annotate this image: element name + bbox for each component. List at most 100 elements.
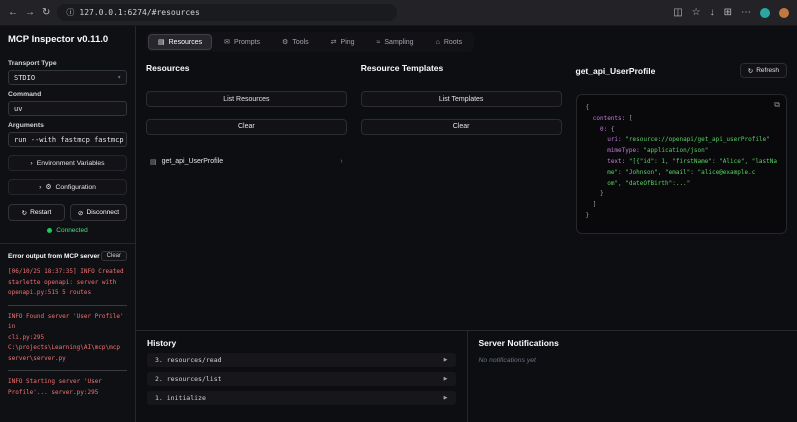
expand-icon: ▶ [443,395,448,401]
error-output-title: Error output from MCP server [8,252,100,260]
restart-button[interactable]: ↻ Restart [8,204,65,221]
tab-label: Sampling [384,38,414,46]
address-bar[interactable]: ⓘ 127.0.0.1:6274/#resources [57,4,398,21]
tab-resources[interactable]: ▤ Resources [148,34,213,50]
log-line: server\server.py [8,354,66,362]
tab-roots[interactable]: ⌂ Roots [426,34,473,50]
prompts-tab-icon: ✉ [224,39,230,46]
tab-prompts[interactable]: ✉ Prompts [214,34,270,50]
log-separator [8,370,127,371]
browser-action-icon[interactable]: ◫ [673,7,682,18]
log-line: C:\projects\Learning\AI\mcp\mcp [8,344,120,351]
log-block: INFO Starting server 'User Profile'... se… [8,377,127,398]
main-content: ▤ Resources ✉ Prompts ⚙ Tools ⇄ Ping ≈ Sampling ⌂ R… [136,26,797,422]
connection-status: Connected [8,227,127,234]
site-info-icon[interactable]: ⓘ [66,7,74,18]
clear-resources-button[interactable]: Clear [146,118,347,135]
code-token: : { [603,125,615,133]
sidebar: MCP Inspector v0.11.0 Transport Type STD… [0,26,136,422]
resource-name: get_api_UserProfile [161,158,224,165]
tab-sampling[interactable]: ≈ Sampling [367,34,424,50]
history-item-label: 2. resources/list [155,375,222,383]
expand-icon: ▶ [443,376,448,382]
tab-label: Tools [292,38,309,46]
clear-error-button[interactable]: Clear [100,251,127,261]
reload-icon[interactable]: ↻ [42,7,50,18]
code-line: text: "[{"id": 1, "firstName": "Alice", … [586,157,777,168]
code-line: uri: "resource://openapi/get_api_userPro… [586,135,777,146]
browser-action-icon[interactable]: ⊞ [724,7,732,18]
disconnect-icon: ⊘ [77,209,84,217]
log-line: openapi.py:515 5 routes [8,289,92,296]
log-line: starlette openapi: server with [8,278,117,286]
configuration-toggle[interactable]: › ⚙ Configuration [8,179,127,195]
chevron-right-icon: › [30,159,33,167]
log-separator [8,304,127,306]
forward-icon[interactable]: → [25,7,35,18]
environment-variables-toggle[interactable]: › Environment Variables [8,155,127,171]
copy-icon[interactable]: ⧉ [774,100,780,110]
disconnect-button[interactable]: ⊘ Disconnect [70,204,127,221]
transport-type-select[interactable]: STDIO ▾ [8,70,127,85]
log-block: INFO Found server 'User Profile' in cli.p… [8,312,127,365]
browser-action-icons: ◫ ☆ ↓ ⊞ ⋯ [673,7,789,18]
history-item[interactable]: 1. initialize ▶ [147,391,456,405]
resources-tab-icon: ▤ [158,39,165,46]
tab-tools[interactable]: ⚙ Tools [272,34,319,50]
code-line: ] [586,200,777,211]
error-log-area[interactable]: [06/10/25 18:37:35] INFO Created starlett… [8,267,127,416]
code-line: me": "Johnson", "email": "alice@example.… [586,168,777,179]
history-item[interactable]: 2. resources/list ▶ [147,372,456,386]
chevron-right-icon: › [340,158,343,165]
command-input[interactable]: uv [8,101,127,116]
history-title: History [147,338,177,348]
profile-avatar[interactable] [779,7,789,18]
browser-action-icon[interactable]: ☆ [692,7,701,18]
log-line: INFO Found server 'User Profile' in [8,312,127,331]
back-icon[interactable]: ← [8,7,18,18]
list-resources-button[interactable]: List Resources [146,91,347,107]
refresh-button[interactable]: ↻ Refresh [739,63,787,78]
code-line: om", "dateOfBirth":..." [586,179,777,190]
file-icon: ▤ [150,158,157,166]
expand-icon: ▶ [443,357,448,363]
log-line: INFO Starting server 'User [8,378,102,385]
resource-content-code-block: ⧉ { contents: [ 0: { uri: "resource://op… [575,94,787,234]
code-token: "application/json" [643,147,709,155]
resource-detail-panel: get_api_UserProfile ↻ Refresh ⧉ { conten… [575,63,787,322]
tab-bar: ▤ Resources ✉ Prompts ⚙ Tools ⇄ Ping ≈ Sampling ⌂ R… [146,32,475,52]
resource-list-item[interactable]: ▤ get_api_UserProfile › [146,155,347,169]
history-item[interactable]: 3. resources/read ▶ [147,353,456,367]
tab-label: Prompts [233,38,261,46]
refresh-icon: ↻ [747,67,754,75]
clear-templates-button[interactable]: Clear [360,118,562,135]
arguments-input[interactable]: run --with fastmcp fastmcp run som [8,132,127,147]
status-dot-icon [47,228,53,233]
code-token: om", "dateOfBirth":..." [607,179,691,187]
browser-action-icon[interactable]: ↓ [710,7,715,18]
code-token: "[{"id": 1, "firstName": "Alice", "lastN… [628,157,777,165]
tools-tab-icon: ⚙ [282,39,289,46]
history-panel: History 3. resources/read ▶ 2. resources/l… [136,331,467,422]
log-line: [06/10/25 18:37:35] INFO Created [8,268,124,275]
resources-title: Resources [146,63,190,73]
log-line: Profile'... server.py:295 [8,388,99,396]
command-label: Command [8,91,42,98]
code-token: me": "Johnson", "email": "alice@example.… [607,168,756,176]
ping-tab-icon: ⇄ [330,39,337,46]
chevron-down-icon: ▾ [117,74,121,81]
resource-templates-panel: Resource Templates List Templates Clear [360,63,562,322]
code-token: } [585,190,604,198]
history-item-label: 3. resources/read [155,356,222,364]
list-templates-button[interactable]: List Templates [360,91,562,107]
extension-avatar-icon[interactable] [760,7,770,18]
arguments-label: Arguments [8,122,44,129]
tab-ping[interactable]: ⇄ Ping [321,34,365,50]
browser-action-icon[interactable]: ⋯ [741,7,751,18]
code-line: } [586,189,777,200]
